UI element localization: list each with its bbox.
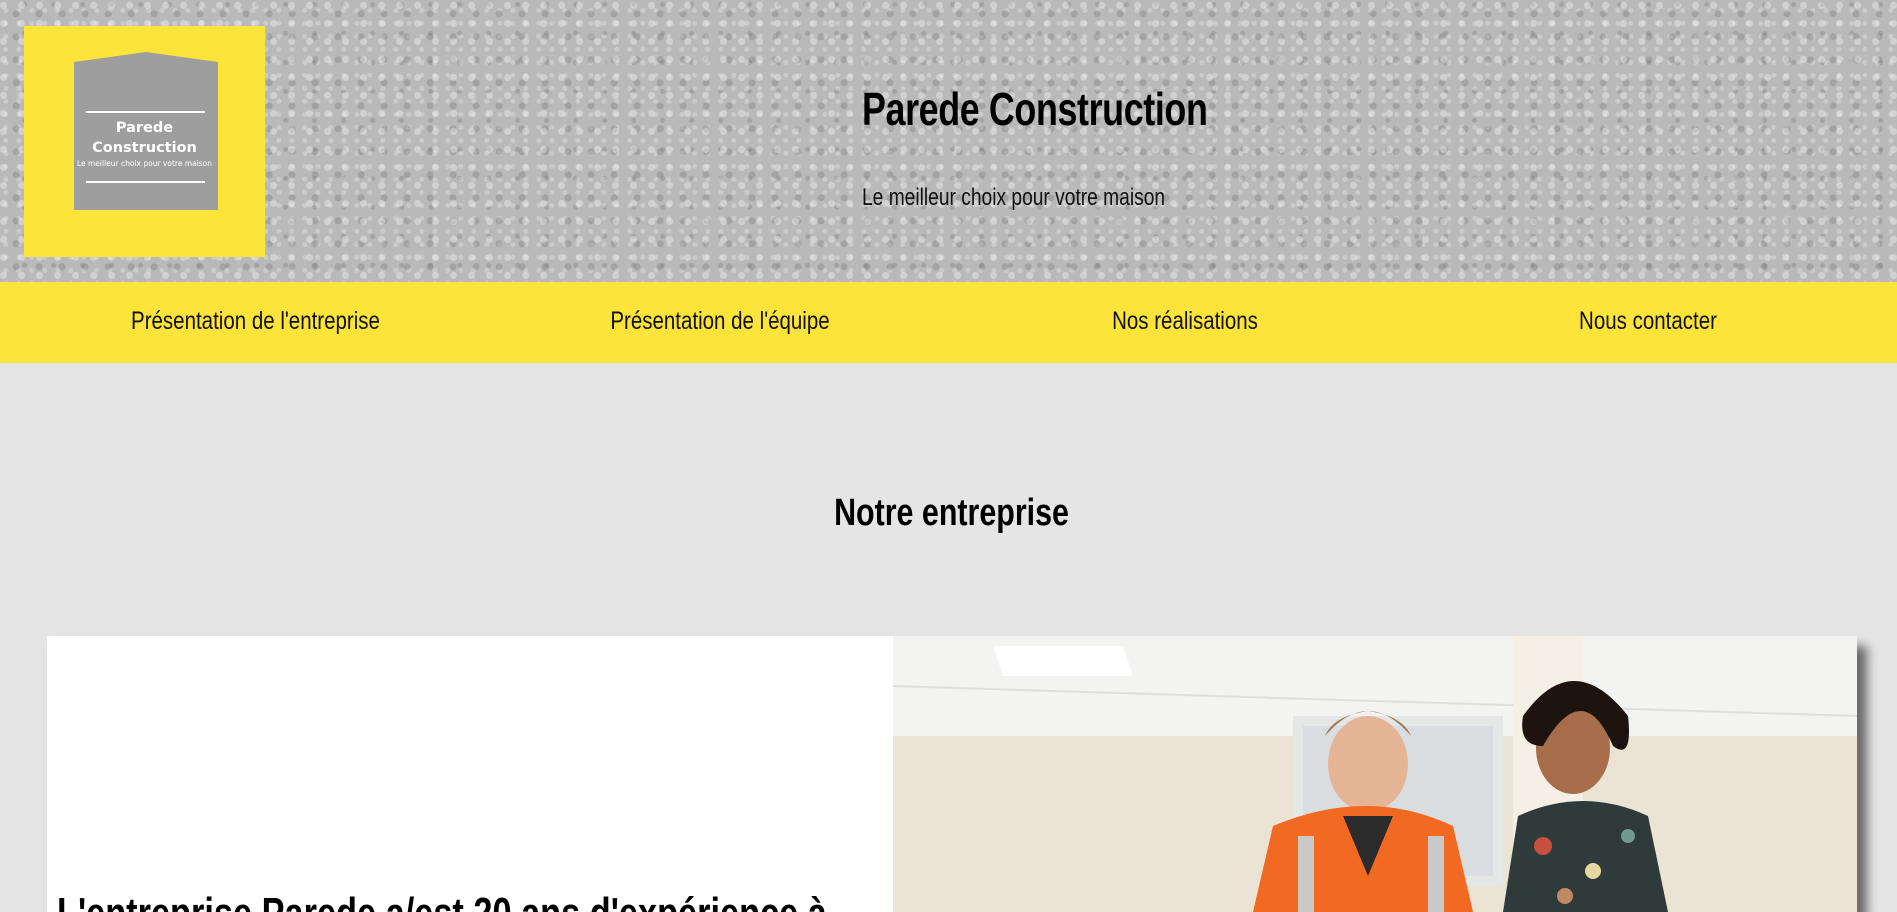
logo-name-line1: Parede — [115, 120, 174, 136]
site-tagline: Le meilleur choix pour votre maison — [862, 184, 1166, 211]
nav-item-projects[interactable]: Nos réalisations — [1042, 307, 1329, 336]
team-photo — [893, 636, 1857, 912]
section-title: Notre entreprise — [834, 492, 1069, 534]
logo-tagline: Le meilleur choix pour votre maison — [76, 159, 213, 168]
company-card: L'entreprise Parede a/est 20 ans d'expér… — [47, 636, 1857, 912]
nav-item-company[interactable]: Présentation de l'entreprise — [114, 307, 397, 336]
nav-item-contact[interactable]: Nous contacter — [1509, 307, 1788, 336]
site-header: Parede Construction Le meilleur choix po… — [0, 0, 1897, 282]
main-nav: Présentation de l'entreprise Présentatio… — [0, 282, 1897, 363]
logo[interactable]: Parede Construction Le meilleur choix po… — [24, 26, 265, 257]
nav-item-team[interactable]: Présentation de l'équipe — [579, 307, 861, 336]
site-title: Parede Construction — [862, 83, 1208, 135]
logo-name: Parede Construction — [24, 118, 265, 158]
card-heading: L'entreprise Parede a/est 20 ans d'expér… — [57, 889, 827, 912]
logo-name-line2: Construction — [92, 140, 197, 156]
